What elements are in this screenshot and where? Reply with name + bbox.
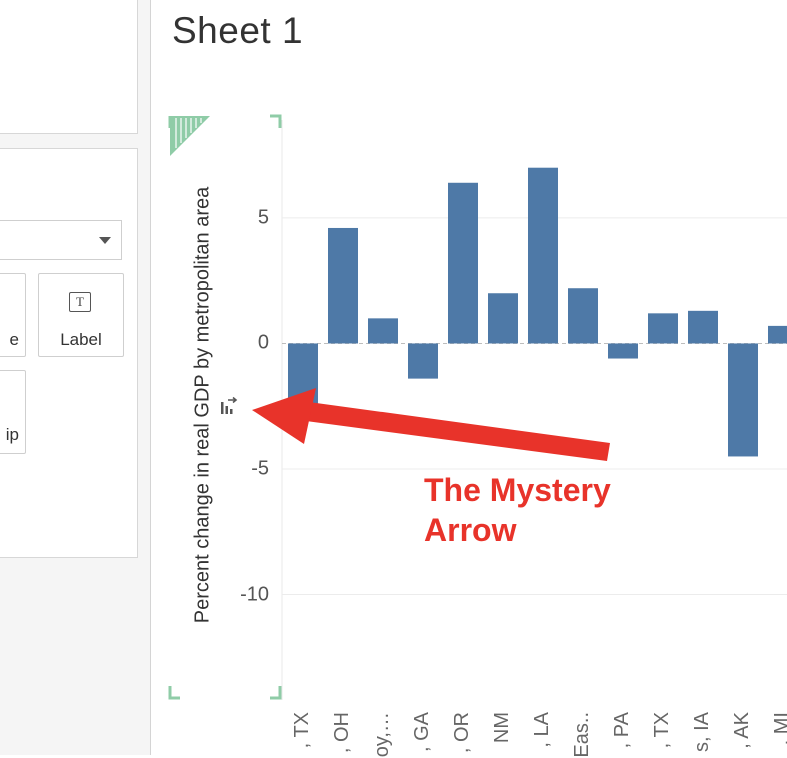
y-axis-title: Percent change in real GDP by metropolit… <box>191 186 214 624</box>
x-tick-label-text: , MI <box>771 712 787 745</box>
annotation-line-1: The Mystery <box>424 472 611 508</box>
bar[interactable] <box>408 343 438 379</box>
y-tick-label: 0 <box>257 331 269 354</box>
bar[interactable] <box>608 343 638 359</box>
x-tick-label-text: , TX <box>291 712 313 749</box>
x-tick-label-text: NM <box>491 712 513 744</box>
x-tick-label-text: oy,… <box>371 712 393 758</box>
annotation-line-2: Arrow <box>424 512 517 548</box>
bar[interactable] <box>648 313 678 344</box>
x-tick-label-text: Eas.. <box>571 712 593 758</box>
bar[interactable] <box>768 325 787 344</box>
y-tick-label: -10 <box>240 583 269 606</box>
bar[interactable] <box>688 310 718 344</box>
bar[interactable] <box>328 227 358 344</box>
bar[interactable] <box>368 318 398 344</box>
x-tick-label-text: , GA <box>411 712 433 753</box>
x-tick-label-text: , OH <box>331 712 353 754</box>
x-tick-label-text: s, IA <box>691 712 713 753</box>
bracket-top-right <box>270 114 282 128</box>
y-tick-label: 5 <box>257 206 269 229</box>
bar[interactable] <box>488 293 518 344</box>
bar[interactable] <box>728 343 758 457</box>
sort-icon[interactable] <box>219 396 241 418</box>
bracket-bottom-left <box>168 686 180 700</box>
x-tick-label-text: , AK <box>731 712 753 749</box>
bar-chart <box>168 114 787 700</box>
bar[interactable] <box>568 288 598 344</box>
annotation-arrow <box>252 388 610 461</box>
annotation-text: The Mystery Arrow <box>424 470 611 550</box>
x-tick-label-text: , PA <box>611 712 633 749</box>
x-tick-label-text: , LA <box>531 712 553 748</box>
bar[interactable] <box>528 167 558 344</box>
y-tick-label: -5 <box>251 457 269 480</box>
bracket-bottom-right <box>270 686 282 700</box>
x-tick-label-text: , OR <box>451 712 473 754</box>
x-tick-label-text: , TX <box>651 712 673 749</box>
bar[interactable] <box>448 182 478 344</box>
